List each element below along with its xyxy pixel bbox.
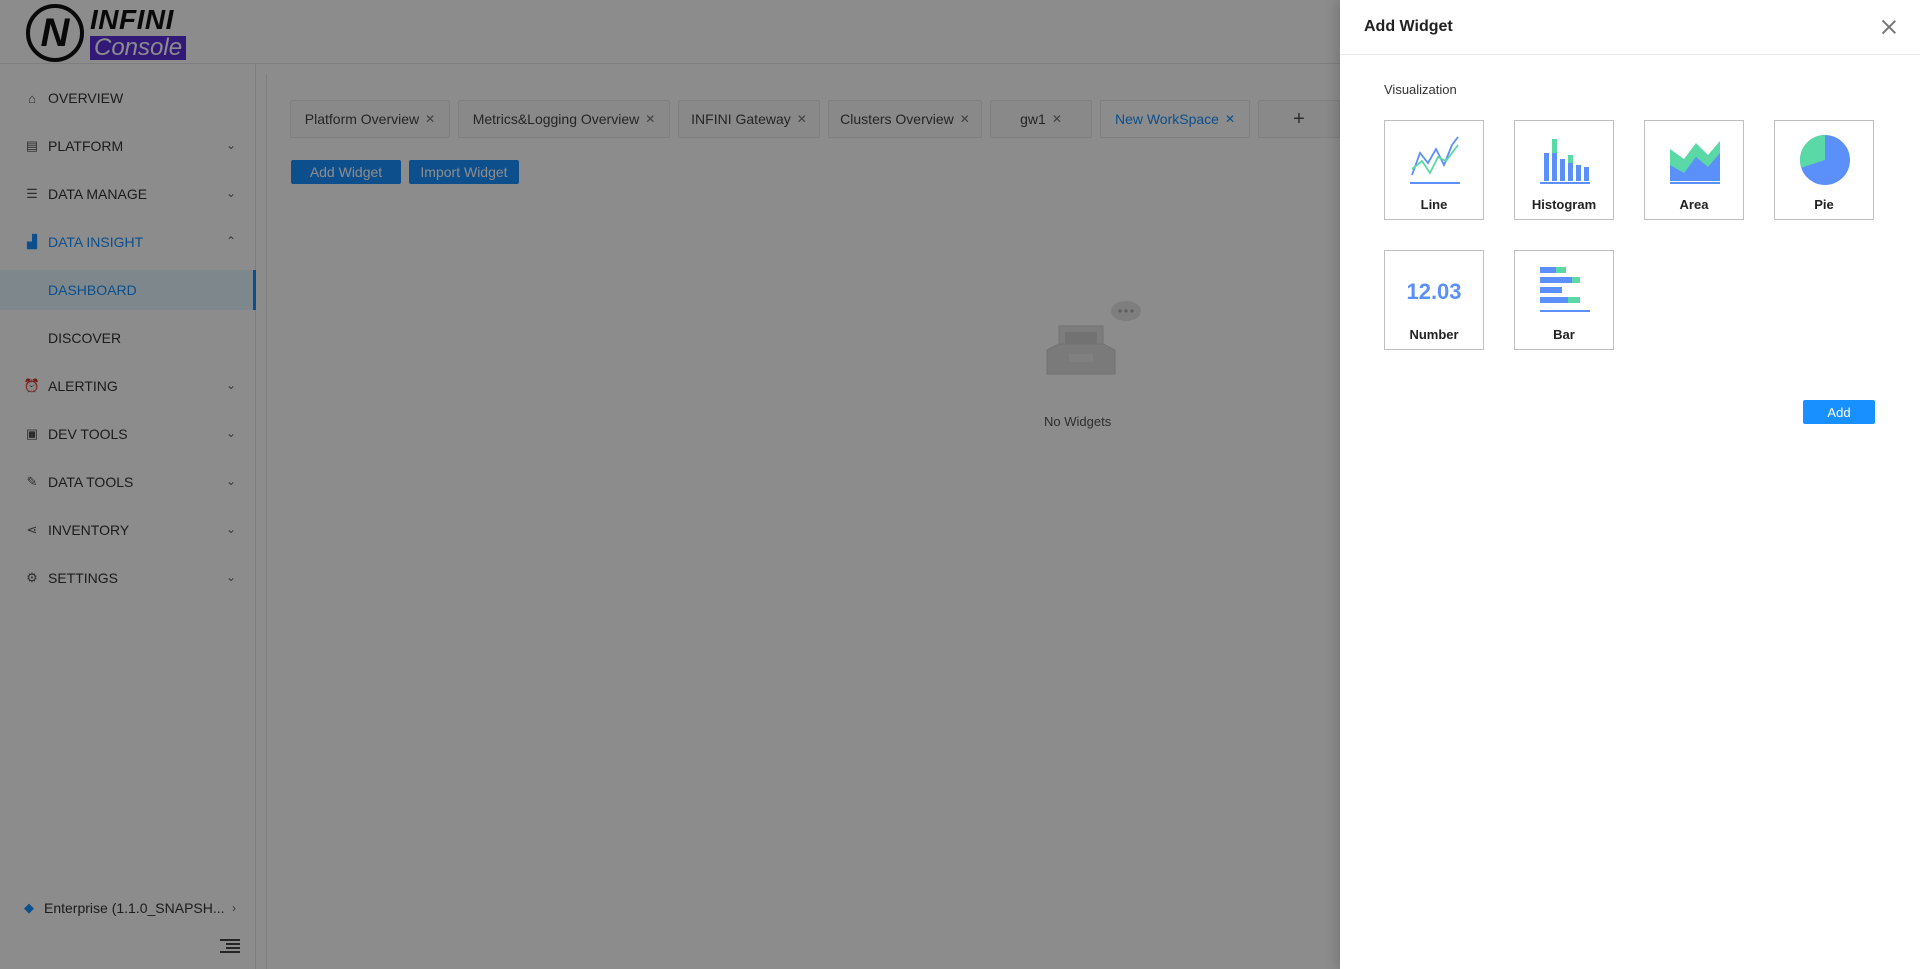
pie-chart-icon xyxy=(1800,135,1850,185)
number-icon: 12.03 xyxy=(1406,279,1462,304)
widget-type-area[interactable]: Area xyxy=(1644,120,1744,220)
add-button[interactable]: Add xyxy=(1803,400,1875,424)
drawer-title: Add Widget xyxy=(1364,18,1453,35)
close-icon[interactable] xyxy=(1878,16,1900,38)
bar-chart-icon xyxy=(1540,267,1590,312)
widget-type-line[interactable]: Line xyxy=(1384,120,1484,220)
widget-type-pie[interactable]: Pie xyxy=(1774,120,1874,220)
histogram-icon xyxy=(1540,139,1590,184)
drawer-header: Add Widget xyxy=(1340,0,1920,55)
widget-type-histogram[interactable]: Histogram xyxy=(1514,120,1614,220)
widget-type-number[interactable]: 12.03 Number xyxy=(1384,250,1484,350)
modal-overlay[interactable] xyxy=(0,0,1340,969)
add-widget-drawer: Add Widget Visualization Line Histogram xyxy=(1340,0,1920,969)
visualization-label: Visualization xyxy=(1384,82,1457,97)
line-chart-icon xyxy=(1410,136,1460,184)
area-chart-icon xyxy=(1670,141,1720,184)
widget-type-bar[interactable]: Bar xyxy=(1514,250,1614,350)
